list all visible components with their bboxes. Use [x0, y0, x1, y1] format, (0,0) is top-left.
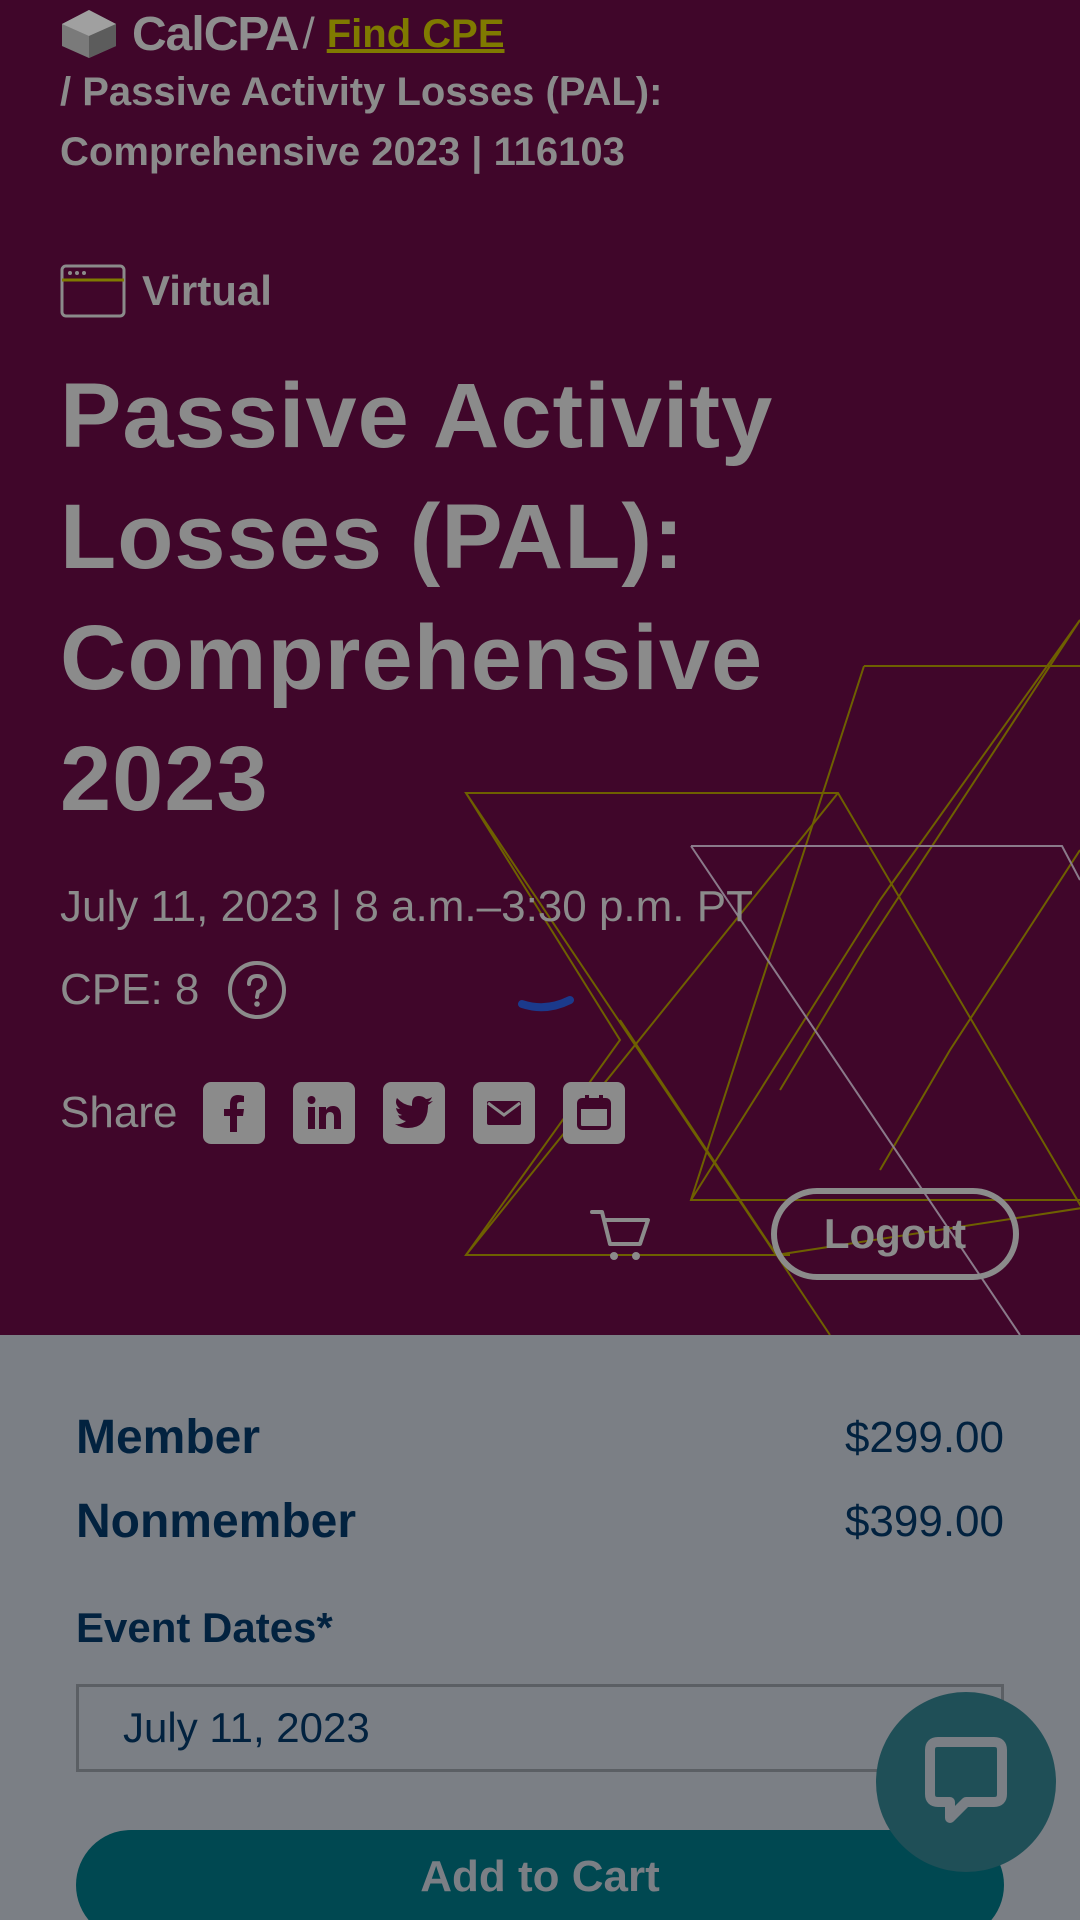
format-label: Virtual	[142, 267, 272, 314]
event-date-value: July 11, 2023	[123, 1704, 370, 1751]
share-label: Share	[60, 1088, 178, 1137]
breadcrumb: CalCPA / Find CPE / Passive Activity Los…	[60, 8, 760, 182]
calendar-icon	[577, 1095, 612, 1130]
event-date-time: July 11, 2023 | 8 a.m.–3:30 p.m. PT	[60, 882, 753, 931]
calcpa-logo-icon	[62, 10, 116, 58]
event-format: Virtual	[60, 264, 272, 318]
chat-launcher-button[interactable]	[876, 1692, 1056, 1872]
share-bar: Share	[60, 1082, 653, 1144]
chat-bubble-icon	[925, 1737, 1007, 1823]
facebook-icon	[224, 1095, 245, 1132]
breadcrumb-current: / Passive Activity Losses (PAL): Compreh…	[60, 70, 663, 174]
twitter-icon	[395, 1096, 434, 1128]
share-facebook-button[interactable]	[203, 1082, 266, 1144]
event-dates-label: Event Dates*	[76, 1604, 333, 1651]
member-label: Member	[76, 1411, 261, 1464]
member-price: $299.00	[844, 1412, 1004, 1462]
linkedin-icon	[307, 1096, 342, 1129]
share-twitter-button[interactable]	[383, 1082, 446, 1144]
page-title: Passive Activity Losses (PAL): Comprehen…	[60, 365, 774, 830]
member-price-row: Member $299.00	[76, 1410, 1004, 1465]
brand-name[interactable]: CalCPA	[132, 7, 299, 62]
event-date-select[interactable]: July 11, 2023	[76, 1684, 1004, 1772]
add-to-calendar-button[interactable]	[563, 1082, 626, 1144]
hero-banner: CalCPA / Find CPE / Passive Activity Los…	[0, 0, 1080, 1335]
cpe-credits: CPE: 8	[60, 960, 287, 1020]
nonmember-label: Nonmember	[76, 1495, 357, 1548]
find-cpe-link[interactable]: Find CPE	[327, 12, 505, 57]
nonmember-price-row: Nonmember $399.00	[76, 1494, 1004, 1549]
nonmember-price: $399.00	[844, 1496, 1004, 1546]
cart-icon[interactable]	[590, 1206, 652, 1264]
cpe-label: CPE: 8	[60, 965, 200, 1014]
loading-spinner-icon	[518, 996, 574, 1012]
share-linkedin-button[interactable]	[293, 1082, 356, 1144]
share-email-button[interactable]	[473, 1082, 536, 1144]
email-icon	[487, 1101, 522, 1125]
breadcrumb-separator: /	[302, 9, 315, 58]
browser-window-icon	[60, 264, 126, 318]
help-icon[interactable]	[227, 960, 287, 1020]
logout-button[interactable]: Logout	[771, 1188, 1019, 1280]
add-to-cart-button[interactable]: Add to Cart	[76, 1830, 1004, 1920]
